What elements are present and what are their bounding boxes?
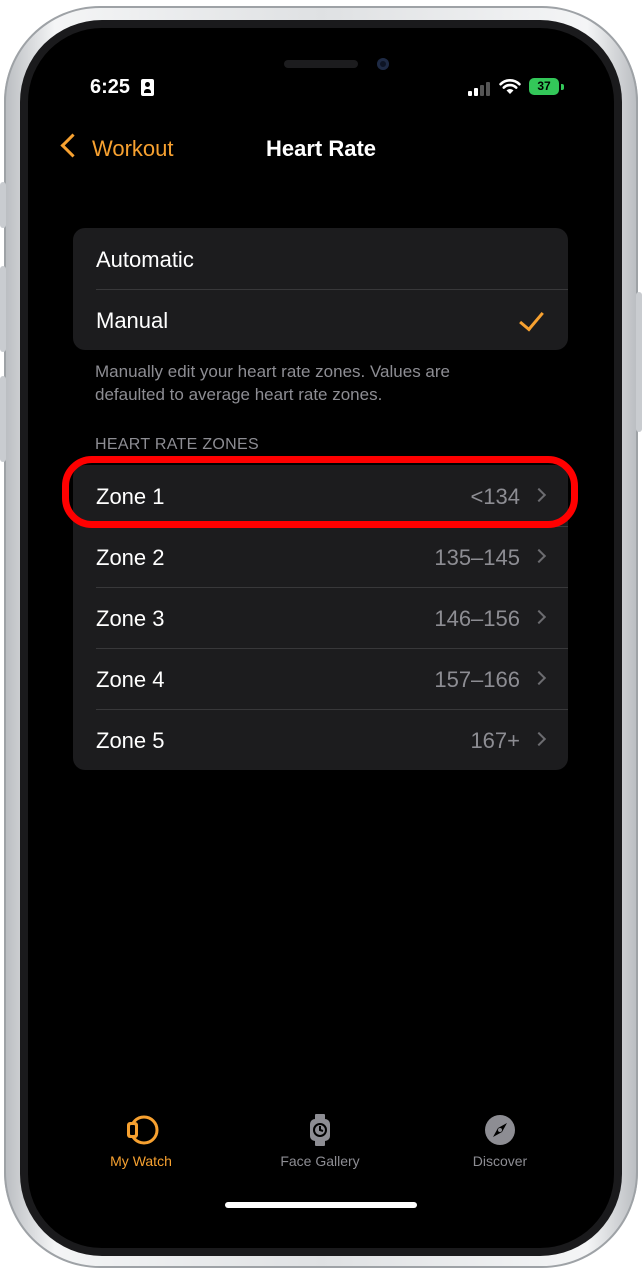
divider bbox=[96, 587, 568, 588]
side-button bbox=[0, 182, 6, 228]
chevron-right-icon bbox=[531, 670, 547, 686]
zone-row[interactable]: Zone 3 146–156 bbox=[73, 587, 568, 648]
zone-label: Zone 5 bbox=[96, 728, 165, 753]
speaker bbox=[284, 60, 358, 68]
option-label: Automatic bbox=[96, 247, 194, 272]
home-indicator[interactable] bbox=[225, 1202, 417, 1208]
zone-value: 146–156 bbox=[434, 606, 520, 631]
tab-discover[interactable]: Discover bbox=[435, 1112, 565, 1169]
zone-value: 157–166 bbox=[434, 667, 520, 692]
tab-label: My Watch bbox=[110, 1153, 172, 1169]
tab-face-gallery[interactable]: Face Gallery bbox=[255, 1112, 385, 1169]
battery-icon: 37 bbox=[529, 78, 559, 95]
cellular-signal-icon bbox=[468, 81, 492, 96]
side-button bbox=[636, 292, 642, 432]
zone-row[interactable]: Zone 4 157–166 bbox=[73, 648, 568, 709]
id-card-icon bbox=[141, 79, 154, 96]
battery-tip bbox=[561, 84, 564, 90]
option-automatic[interactable]: Automatic bbox=[73, 228, 568, 289]
side-button bbox=[0, 376, 6, 462]
zone-label: Zone 4 bbox=[96, 667, 165, 692]
mode-footer-note: Manually edit your heart rate zones. Val… bbox=[95, 362, 450, 404]
divider bbox=[96, 648, 568, 649]
watch-icon bbox=[127, 1115, 159, 1145]
compass-icon bbox=[485, 1115, 515, 1145]
tab-label: Face Gallery bbox=[280, 1153, 360, 1169]
camera bbox=[377, 58, 389, 70]
zone-value: 167+ bbox=[470, 728, 520, 753]
chevron-right-icon bbox=[531, 731, 547, 747]
status-time: 6:25 bbox=[90, 76, 131, 98]
zone-label: Zone 2 bbox=[96, 545, 165, 570]
chevron-right-icon bbox=[531, 609, 547, 625]
checkmark-icon bbox=[519, 305, 544, 332]
option-label: Manual bbox=[96, 308, 169, 333]
zone-value: 135–145 bbox=[434, 545, 520, 570]
option-manual[interactable]: Manual bbox=[73, 289, 568, 350]
mode-group: Automatic Manual bbox=[73, 228, 568, 350]
zone-label: Zone 3 bbox=[96, 606, 165, 631]
side-button bbox=[0, 266, 6, 352]
tab-label: Discover bbox=[472, 1153, 528, 1169]
highlight-annotation bbox=[62, 456, 578, 528]
zone-row[interactable]: Zone 2 135–145 bbox=[73, 526, 568, 587]
watch-face-icon bbox=[310, 1114, 330, 1146]
divider bbox=[96, 289, 568, 290]
zone-row[interactable]: Zone 5 167+ bbox=[73, 709, 568, 770]
zones-section-header: HEART RATE ZONES bbox=[95, 436, 259, 453]
wifi-icon bbox=[499, 79, 521, 94]
page-title: Heart Rate bbox=[265, 136, 377, 161]
chevron-right-icon bbox=[531, 548, 547, 564]
tab-my-watch[interactable]: My Watch bbox=[76, 1112, 206, 1169]
divider bbox=[96, 709, 568, 710]
